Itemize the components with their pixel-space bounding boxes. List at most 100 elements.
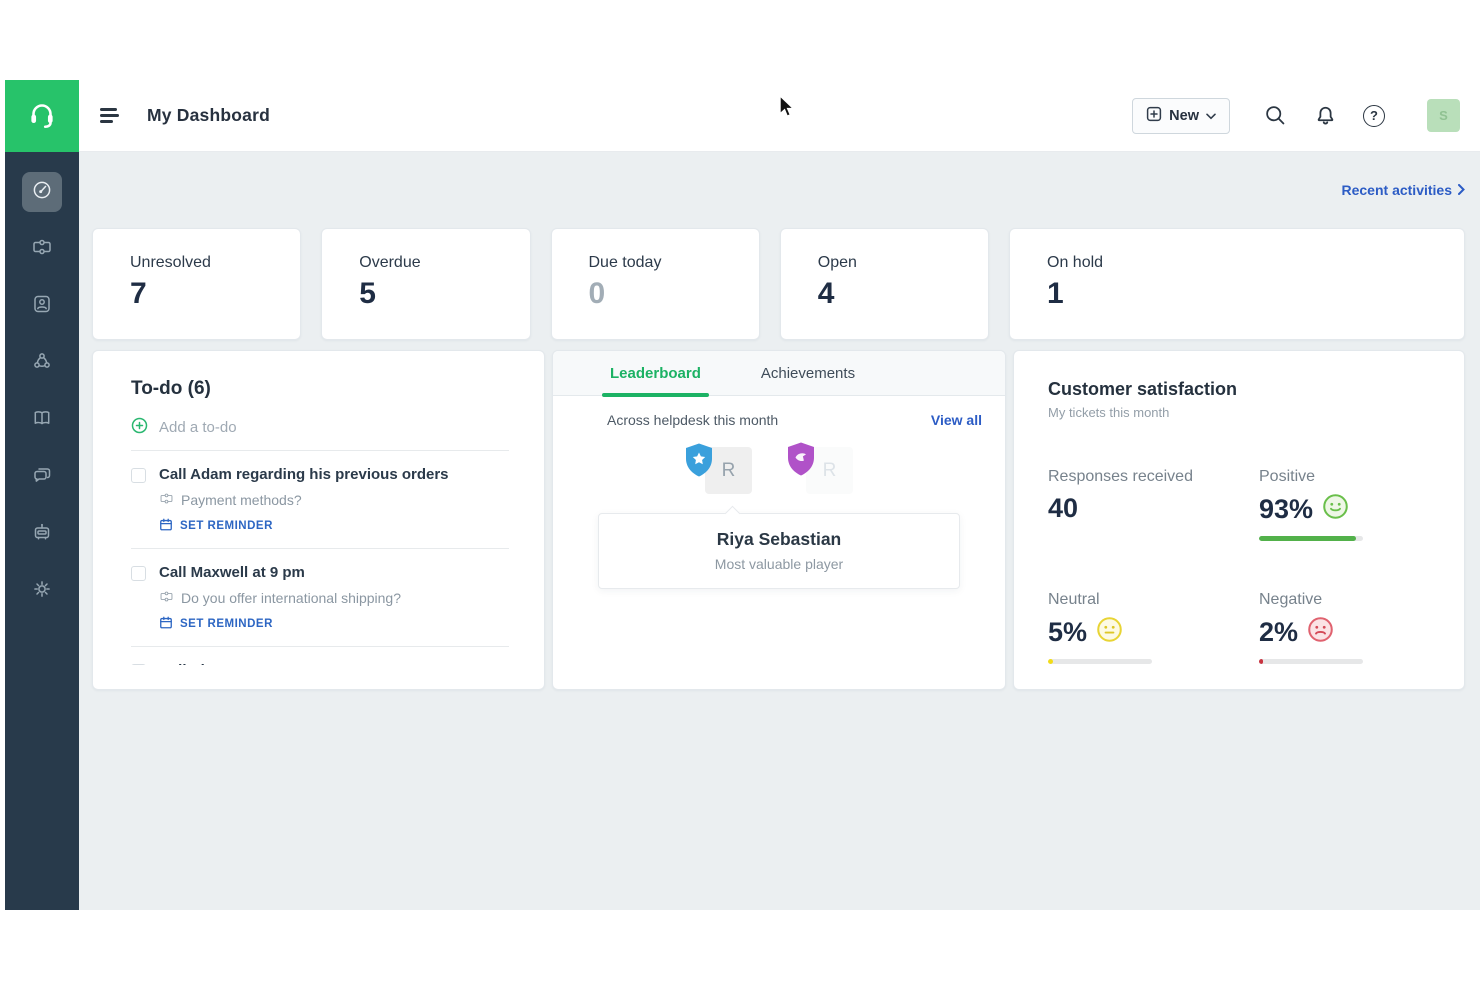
satisfaction-title: Customer satisfaction	[1048, 379, 1238, 399]
stat-value: 1	[1047, 277, 1064, 310]
tab-leaderboard[interactable]: Leaderboard	[602, 351, 709, 397]
sad-face-icon	[1307, 616, 1334, 648]
search-icon[interactable]	[1264, 104, 1287, 127]
metric-value: 40	[1048, 493, 1079, 523]
neutral-face-icon	[1096, 616, 1123, 648]
recent-activities-label: Recent activities	[1341, 182, 1453, 198]
menu-toggle-icon[interactable]	[100, 108, 120, 123]
topbar: My Dashboard New ? S	[79, 80, 1480, 152]
sidebar-item-social[interactable]	[22, 343, 62, 383]
agent-initial: R	[822, 459, 837, 481]
plus-circle-icon	[131, 417, 148, 438]
todo-item: Call Adam regarding his previous orders …	[131, 451, 509, 549]
set-reminder-button[interactable]: SET REMINDER	[159, 517, 509, 535]
todo-checkbox[interactable]	[131, 468, 146, 483]
topbar-actions: New ? S	[1132, 97, 1460, 134]
set-reminder-label: SET REMINDER	[180, 618, 273, 630]
add-todo-input[interactable]: Add a to-do	[131, 417, 509, 451]
dashboard-gauge-icon	[31, 179, 53, 206]
contacts-icon	[31, 293, 53, 320]
view-all-link[interactable]: View all	[931, 412, 982, 428]
leaderboard-meta: Across helpdesk this month View all	[553, 396, 1005, 428]
mvp-subtitle: Most valuable player	[714, 556, 844, 572]
positive-bar	[1259, 536, 1363, 541]
achievement-shield-icon[interactable]	[785, 441, 817, 482]
leaderboard-widget: Leaderboard Achievements Across helpdesk…	[552, 350, 1006, 690]
agent-initial: R	[721, 459, 736, 481]
sidebar-item-forums[interactable]	[22, 457, 62, 497]
set-reminder-button[interactable]: SET REMINDER	[159, 615, 509, 633]
todo-item-title: Call Maxwell at 9 pm	[159, 564, 305, 581]
stat-card-on-hold[interactable]: On hold 1	[1009, 228, 1465, 340]
metric-label: Neutral	[1048, 591, 1100, 608]
metric-positive: Positive 93%	[1259, 468, 1444, 541]
add-todo-placeholder: Add a to-do	[159, 419, 237, 436]
stat-card-unresolved[interactable]: Unresolved 7	[92, 228, 302, 340]
mvp-tooltip: Riya Sebastian Most valuable player	[598, 513, 960, 589]
stat-label: Unresolved	[130, 254, 211, 271]
tab-achievements[interactable]: Achievements	[753, 351, 863, 396]
stat-value: 0	[588, 277, 606, 310]
mvp-name: Riya Sebastian	[716, 529, 842, 549]
metric-value: 2%	[1259, 616, 1299, 647]
satisfaction-widget: Customer satisfaction My tickets this mo…	[1013, 350, 1465, 690]
metric-responses: Responses received 40	[1048, 468, 1259, 541]
stat-value: 4	[817, 277, 835, 310]
app-window: My Dashboard New ? S Recent activities U…	[5, 80, 1480, 910]
activities-row: Recent activities	[92, 152, 1465, 228]
happy-face-icon	[1322, 493, 1349, 525]
stat-label: Due today	[588, 254, 662, 271]
metric-value: 5%	[1048, 616, 1088, 647]
calendar-icon	[159, 615, 173, 633]
new-button-label: New	[1169, 107, 1199, 124]
mvp-shield-icon[interactable]	[683, 442, 715, 483]
metric-label: Responses received	[1048, 468, 1193, 485]
sidebar	[5, 80, 79, 910]
todo-title: To-do (6)	[131, 378, 211, 399]
negative-bar	[1259, 659, 1363, 664]
sidebar-item-tickets[interactable]	[22, 229, 62, 269]
sidebar-item-dashboard[interactable]	[22, 172, 62, 212]
tickets-icon	[31, 236, 53, 263]
ticket-subject: Do you offer international shipping?	[181, 590, 402, 606]
sidebar-nav	[22, 152, 62, 628]
headset-icon	[25, 97, 59, 136]
satisfaction-metrics: Responses received 40 Positive 93% Neutr…	[1048, 468, 1444, 664]
metric-value: 93%	[1259, 493, 1314, 524]
todo-checkbox[interactable]	[131, 664, 146, 665]
new-button[interactable]: New	[1132, 97, 1230, 134]
satisfaction-subtitle: My tickets this month	[1048, 405, 1170, 420]
metric-label: Negative	[1259, 591, 1323, 608]
stat-label: Open	[817, 254, 857, 271]
sidebar-item-admin[interactable]	[22, 571, 62, 611]
stat-value: 7	[130, 277, 147, 310]
todo-checkbox[interactable]	[131, 566, 146, 581]
todo-item: Call Maxwell at 9 pm Do you offer intern…	[131, 549, 509, 647]
recent-activities-link[interactable]: Recent activities	[1342, 182, 1466, 198]
user-avatar[interactable]: S	[1427, 99, 1460, 132]
chevron-right-icon	[1458, 182, 1465, 198]
metric-label: Positive	[1259, 468, 1316, 485]
linked-ticket[interactable]: Payment methods?	[159, 491, 509, 509]
ticket-icon	[159, 491, 174, 509]
stat-card-overdue[interactable]: Overdue 5	[321, 228, 531, 340]
calendar-icon	[159, 517, 173, 535]
neutral-bar	[1048, 659, 1152, 664]
sidebar-item-contacts[interactable]	[22, 286, 62, 326]
todo-list[interactable]: To-do (6) Add a to-do Call Adam regardin…	[93, 351, 544, 665]
plus-square-icon	[1146, 106, 1162, 126]
stat-card-due-today[interactable]: Due today 0	[550, 228, 760, 340]
stat-card-open[interactable]: Open 4	[779, 228, 989, 340]
bell-icon[interactable]	[1314, 104, 1337, 127]
todo-item: Call Simon	[131, 647, 509, 665]
metric-neutral: Neutral 5%	[1048, 591, 1259, 664]
sidebar-item-solutions[interactable]	[22, 400, 62, 440]
stat-label: Overdue	[359, 254, 421, 271]
ticket-subject: Payment methods?	[181, 492, 302, 508]
dashboard-content: Recent activities Unresolved 7 Overdue 5	[79, 152, 1480, 910]
help-icon[interactable]: ?	[1363, 104, 1385, 127]
help-glyph: ?	[1370, 108, 1378, 123]
avatar-initial: S	[1439, 108, 1448, 123]
linked-ticket[interactable]: Do you offer international shipping?	[159, 589, 509, 607]
sidebar-item-bots[interactable]	[22, 514, 62, 554]
